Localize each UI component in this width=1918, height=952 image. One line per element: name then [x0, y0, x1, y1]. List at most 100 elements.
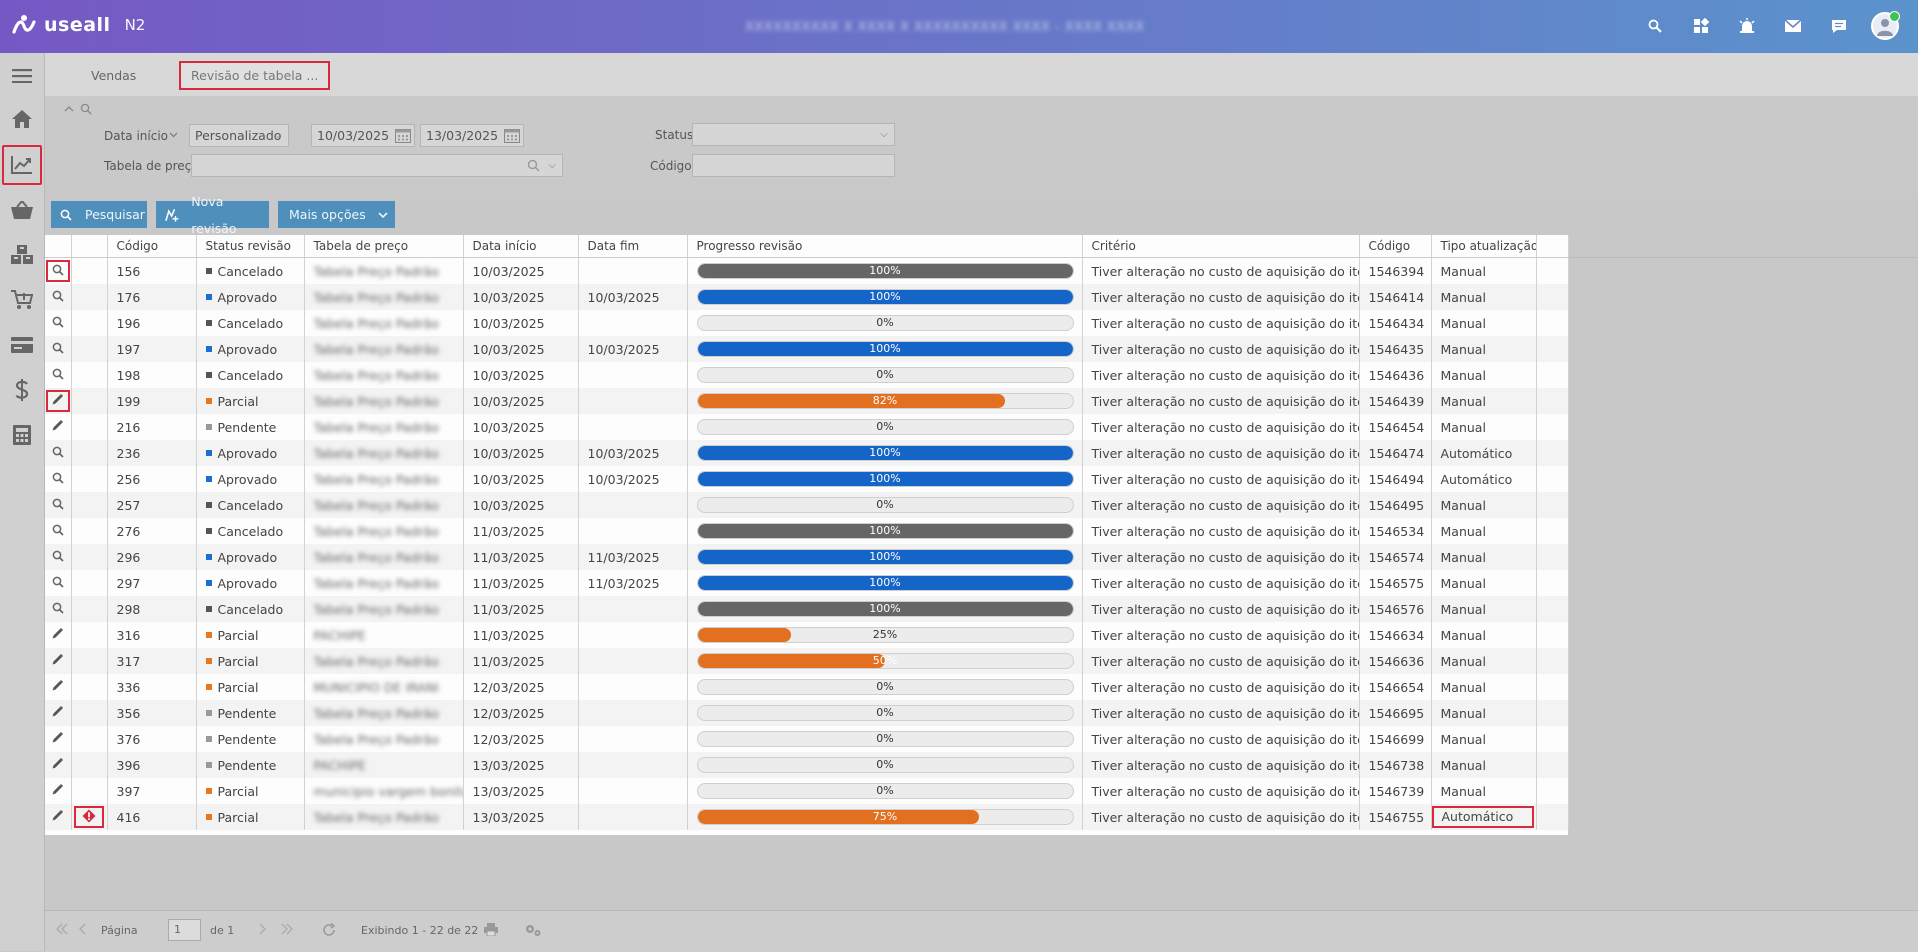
- search-button[interactable]: Pesquisar: [51, 201, 147, 228]
- period-select[interactable]: Personalizado ⌵: [189, 124, 289, 147]
- status-text: Cancelado: [217, 523, 284, 539]
- date-from-field[interactable]: 10/03/2025: [311, 124, 415, 147]
- table-row[interactable]: 257 Cancelado Tabela Preço Padrão 10/03/202…: [45, 492, 1569, 518]
- view-revision-button[interactable]: [46, 442, 70, 464]
- more-options-button[interactable]: Mais opções: [278, 201, 395, 228]
- new-revision-button[interactable]: Nova revisão: [156, 194, 269, 236]
- table-row[interactable]: 297 Aprovado Tabela Preço Padrão 11/03/2025…: [45, 570, 1569, 596]
- collapse-filter-icon[interactable]: [64, 105, 74, 112]
- table-row[interactable]: 216 Pendente Tabela Preço Padrão 10/03/2025…: [45, 414, 1569, 440]
- table-row[interactable]: 296 Aprovado Tabela Preço Padrão 11/03/2025…: [45, 544, 1569, 570]
- mail-button[interactable]: [1770, 12, 1816, 40]
- date-to-field[interactable]: 13/03/2025: [420, 124, 524, 147]
- col-data-fim[interactable]: Data fim: [578, 235, 688, 258]
- tab-vendas[interactable]: Vendas: [81, 61, 146, 90]
- alarm-button[interactable]: [1724, 12, 1770, 40]
- code-field[interactable]: [692, 154, 895, 177]
- apps-button[interactable]: [1678, 12, 1724, 40]
- sidebar-item-home[interactable]: [2, 99, 42, 139]
- sidebar-item-cards[interactable]: [2, 325, 42, 365]
- table-row[interactable]: 197 Aprovado Tabela Preço Padrão 10/03/2025…: [45, 336, 1569, 362]
- sidebar-item-calculator[interactable]: [2, 415, 42, 455]
- view-revision-button[interactable]: [46, 598, 70, 620]
- view-revision-button[interactable]: [46, 286, 70, 308]
- view-revision-button[interactable]: [46, 546, 70, 568]
- edit-revision-button[interactable]: [45, 390, 70, 412]
- table-row[interactable]: 298 Cancelado Tabela Preço Padrão 11/03/202…: [45, 596, 1569, 622]
- table-row[interactable]: 176 Aprovado Tabela Preço Padrão 10/03/2025…: [45, 284, 1569, 310]
- table-row[interactable]: 199 Parcial Tabela Preço Padrão 10/03/2025 8…: [45, 388, 1569, 414]
- filter-search-icon[interactable]: [80, 103, 92, 115]
- sidebar-item-sales[interactable]: [2, 145, 42, 185]
- tab-revisao-tabela[interactable]: Revisão de tabela ...: [179, 61, 331, 90]
- view-revision-button[interactable]: [46, 312, 70, 334]
- edit-revision-button[interactable]: [46, 806, 70, 828]
- print-icon[interactable]: [484, 923, 498, 936]
- view-revision-button[interactable]: [46, 520, 70, 542]
- view-revision-button[interactable]: [46, 364, 70, 386]
- refresh-icon[interactable]: [322, 923, 336, 937]
- edit-revision-button[interactable]: [46, 754, 70, 776]
- last-page-icon[interactable]: [280, 923, 294, 935]
- alert-button[interactable]: [74, 806, 104, 828]
- edit-revision-button[interactable]: [46, 702, 70, 724]
- col-progresso[interactable]: Progresso revisão: [687, 235, 1083, 258]
- view-revision-button[interactable]: [45, 260, 70, 282]
- search-icon[interactable]: [527, 159, 540, 172]
- table-row[interactable]: 317 Parcial Tabela Preço Padrão 11/03/2025 5…: [45, 648, 1569, 674]
- cell-data-inicio: 11/03/2025: [463, 544, 579, 570]
- table-row[interactable]: 256 Aprovado Tabela Preço Padrão 10/03/2025…: [45, 466, 1569, 492]
- table-row[interactable]: 416 Parcial Tabela Preço Padrão 13/03/2025 7…: [45, 804, 1569, 830]
- settings-icon[interactable]: [524, 923, 542, 937]
- price-table-name: Tabela Preço Padrão: [313, 393, 439, 409]
- col-criterio[interactable]: Critério: [1082, 235, 1360, 258]
- table-row[interactable]: 198 Cancelado Tabela Preço Padrão 10/03/202…: [45, 362, 1569, 388]
- price-table-field[interactable]: ⌵: [191, 154, 563, 177]
- col-status[interactable]: Status revisão: [196, 235, 305, 258]
- view-revision-button[interactable]: [46, 572, 70, 594]
- table-row[interactable]: 397 Parcial municipio vargem bonita 13/03/2…: [45, 778, 1569, 804]
- view-revision-button[interactable]: [46, 338, 70, 360]
- logo[interactable]: useall N2: [12, 14, 145, 36]
- col-codigo[interactable]: Código: [107, 235, 197, 258]
- date-field-chevron-icon[interactable]: [169, 132, 178, 138]
- table-row[interactable]: 316 Parcial PACHIPE 11/03/2025 25% Tiver alte…: [45, 622, 1569, 648]
- table-row[interactable]: 356 Pendente Tabela Preço Padrão 12/03/2025…: [45, 700, 1569, 726]
- col-tabela[interactable]: Tabela de preço: [304, 235, 464, 258]
- search-button[interactable]: [1632, 12, 1678, 40]
- edit-revision-button[interactable]: [46, 650, 70, 672]
- sidebar-item-purchases[interactable]: [2, 280, 42, 320]
- update-type-highlighted[interactable]: Automático: [1431, 806, 1534, 828]
- table-row[interactable]: 336 Parcial MUNICIPIO DE IRANI 12/03/2025 0%…: [45, 674, 1569, 700]
- calendar-icon[interactable]: [395, 128, 411, 143]
- table-row[interactable]: 376 Pendente Tabela Preço Padrão 12/03/2025…: [45, 726, 1569, 752]
- col-codigo-2[interactable]: Código: [1359, 235, 1432, 258]
- code-label: Código: [650, 159, 692, 173]
- view-revision-button[interactable]: [46, 468, 70, 490]
- previous-page-icon[interactable]: [78, 923, 88, 935]
- first-page-icon[interactable]: [55, 923, 69, 935]
- edit-revision-button[interactable]: [46, 780, 70, 802]
- table-row[interactable]: 156 Cancelado Tabela Preço Padrão 10/03/202…: [45, 257, 1569, 284]
- status-select[interactable]: ⌵: [692, 123, 895, 146]
- chat-button[interactable]: [1816, 12, 1862, 40]
- next-page-icon[interactable]: [257, 923, 267, 935]
- page-number-input[interactable]: 1: [168, 919, 201, 941]
- col-tipo[interactable]: Tipo atualização: [1431, 235, 1537, 258]
- edit-revision-button[interactable]: [46, 624, 70, 646]
- col-data-inicio[interactable]: Data início: [463, 235, 579, 258]
- sidebar-item-finance[interactable]: [2, 370, 42, 410]
- calendar-icon[interactable]: [504, 128, 520, 143]
- sidebar-item-basket[interactable]: [2, 190, 42, 230]
- table-row[interactable]: 196 Cancelado Tabela Preço Padrão 10/03/202…: [45, 310, 1569, 336]
- table-row[interactable]: 236 Aprovado Tabela Preço Padrão 10/03/2025…: [45, 440, 1569, 466]
- table-row[interactable]: 276 Cancelado Tabela Preço Padrão 11/03/202…: [45, 518, 1569, 544]
- edit-revision-button[interactable]: [46, 676, 70, 698]
- sidebar-item-stock[interactable]: [2, 235, 42, 275]
- edit-revision-button[interactable]: [46, 728, 70, 750]
- edit-revision-button[interactable]: [46, 416, 70, 438]
- table-row[interactable]: 396 Pendente PACHIPE 13/03/2025 0% Tiver alte…: [45, 752, 1569, 778]
- view-revision-button[interactable]: [46, 494, 70, 516]
- user-menu[interactable]: [1862, 11, 1908, 40]
- sidebar-menu-toggle[interactable]: [2, 56, 42, 96]
